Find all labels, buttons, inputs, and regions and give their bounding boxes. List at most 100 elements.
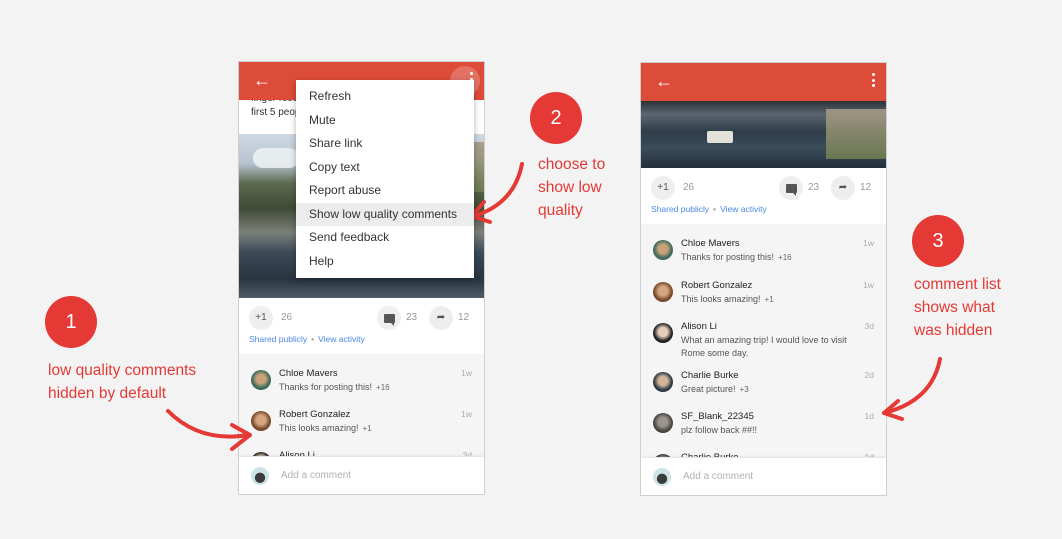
note-line: shows what — [914, 299, 995, 316]
comment-text: This looks amazing! — [279, 423, 359, 433]
phone-screen-after: ← +1 26 23 ➦ 12 Shared publicly • View act… — [640, 62, 887, 496]
comment-text: What an amazing trip! I would love to vi… — [681, 335, 847, 358]
more-vert-icon[interactable] — [870, 73, 876, 91]
avatar[interactable] — [653, 282, 673, 302]
step-badge-3: 3 — [912, 215, 964, 267]
comment-author[interactable]: Chloe Mavers — [279, 368, 338, 379]
comment-author[interactable]: Robert Gonzalez — [681, 280, 752, 291]
menu-item-share-link[interactable]: Share link — [296, 132, 474, 156]
view-activity-link[interactable]: View activity — [318, 334, 365, 344]
plus-one-button[interactable]: +1 — [249, 306, 273, 330]
comment-time: 2d — [864, 370, 874, 380]
avatar[interactable] — [653, 372, 673, 392]
share-button[interactable]: ➦ — [429, 306, 453, 330]
arrow-1-icon — [166, 409, 252, 451]
comment-time: 1w — [461, 409, 472, 419]
arrow-3-icon — [882, 357, 942, 421]
comment-author[interactable]: Robert Gonzalez — [279, 409, 350, 420]
comment-item[interactable]: Robert Gonzalez This looks amazing! +1 1w — [641, 280, 886, 320]
comment-author[interactable]: Chloe Mavers — [681, 238, 740, 249]
photo-riverbank — [826, 109, 886, 159]
app-bar: ← — [641, 63, 886, 101]
avatar[interactable] — [653, 413, 673, 433]
share-count: 12 — [860, 182, 872, 193]
menu-item-copy-text[interactable]: Copy text — [296, 156, 474, 180]
comment-text: plz follow back ##!! — [681, 425, 758, 435]
comment-button[interactable] — [779, 176, 803, 200]
comment-text: This looks amazing! — [681, 294, 761, 304]
comment-author[interactable]: Alison Li — [681, 321, 717, 332]
step-badge-2: 2 — [530, 92, 582, 144]
share-icon: ➦ — [436, 312, 446, 323]
comment-time: 1w — [863, 280, 874, 290]
comment-item[interactable]: Charlie Burke Great picture! +3 2d — [641, 370, 886, 410]
comment-author[interactable]: SF_Blank_22345 — [681, 411, 754, 422]
comment-item[interactable]: Chloe Mavers Thanks for posting this! +16… — [239, 368, 484, 408]
comment-button[interactable] — [377, 306, 401, 330]
photo-cloud — [253, 148, 299, 168]
plus-one-button[interactable]: +1 — [651, 176, 675, 200]
note-line: comment list — [914, 276, 1001, 293]
share-button[interactable]: ➦ — [831, 176, 855, 200]
photo-boat — [707, 131, 733, 143]
post-actions: +1 26 23 ➦ 12 Shared publicly • View activ… — [641, 168, 886, 224]
avatar[interactable] — [653, 240, 673, 260]
current-user-avatar — [251, 467, 269, 485]
note-line: choose to — [538, 156, 606, 173]
menu-item-send-feedback[interactable]: Send feedback — [296, 226, 474, 250]
current-user-avatar — [653, 468, 671, 486]
arrow-left-icon[interactable]: ← — [655, 71, 673, 91]
comment-icon — [383, 314, 395, 326]
comment-author[interactable]: Charlie Burke — [681, 370, 739, 381]
add-comment-bar[interactable]: Add a comment — [641, 457, 886, 495]
share-count: 12 — [458, 312, 470, 323]
note-line: show low — [538, 179, 602, 196]
note-line: low quality comments — [48, 362, 197, 379]
step-note-2: choose to show low quality — [538, 153, 605, 222]
separator: • — [713, 204, 717, 214]
step-note-1: low quality comments hidden by default — [48, 359, 196, 405]
note-line: hidden by default — [48, 385, 167, 402]
menu-item-mute[interactable]: Mute — [296, 109, 474, 133]
note-line: quality — [538, 202, 583, 219]
plus-one-count: 26 — [281, 312, 293, 323]
comment-time: 1w — [863, 238, 874, 248]
comment-count: 23 — [406, 312, 418, 323]
post-actions: +1 26 23 ➦ 12 Shared publicly • View activ… — [239, 298, 484, 354]
comment-item[interactable]: Chloe Mavers Thanks for posting this! +16… — [641, 238, 886, 278]
post-photo[interactable] — [641, 101, 886, 168]
comment-plus-count: +1 — [362, 424, 372, 433]
menu-item-help[interactable]: Help — [296, 250, 474, 274]
overflow-menu: Refresh Mute Share link Copy text Report… — [296, 80, 474, 278]
avatar[interactable] — [251, 370, 271, 390]
comment-list[interactable]: Chloe Mavers Thanks for posting this! +16… — [641, 224, 886, 474]
comment-list[interactable]: Chloe Mavers Thanks for posting this! +16… — [239, 354, 484, 472]
menu-item-refresh[interactable]: Refresh — [296, 85, 474, 109]
menu-item-show-low-quality-comments[interactable]: Show low quality comments — [296, 202, 474, 226]
add-comment-bar[interactable]: Add a comment — [239, 456, 484, 494]
post-text-line: first 5 peop — [251, 107, 301, 118]
plus-one-count: 26 — [683, 182, 695, 193]
arrow-left-icon[interactable]: ← — [253, 70, 271, 90]
add-comment-input[interactable]: Add a comment — [281, 470, 351, 481]
comment-time: 1w — [461, 368, 472, 378]
comment-count: 23 — [808, 182, 820, 193]
shared-publicly-link[interactable]: Shared publicly — [249, 334, 307, 344]
comment-item[interactable]: Robert Gonzalez This looks amazing! +1 1w — [239, 409, 484, 449]
note-line: was hidden — [914, 322, 993, 339]
add-comment-input[interactable]: Add a comment — [683, 471, 753, 482]
comment-plus-count: +16 — [778, 253, 792, 262]
comment-item-low-quality[interactable]: SF_Blank_22345 plz follow back ##!! 1d — [641, 411, 886, 451]
menu-item-report-abuse[interactable]: Report abuse — [296, 179, 474, 203]
step-badge-1: 1 — [45, 296, 97, 348]
comment-plus-count: +16 — [376, 383, 390, 392]
comment-plus-count: +3 — [739, 385, 749, 394]
comment-text: Thanks for posting this! — [681, 252, 775, 262]
comment-plus-count: +1 — [764, 295, 774, 304]
separator: • — [311, 334, 315, 344]
avatar[interactable] — [653, 323, 673, 343]
step-note-3: comment list shows what was hidden — [914, 273, 1001, 342]
view-activity-link[interactable]: View activity — [720, 204, 767, 214]
comment-item[interactable]: Alison Li What an amazing trip! I would … — [641, 321, 886, 373]
shared-publicly-link[interactable]: Shared publicly — [651, 204, 709, 214]
